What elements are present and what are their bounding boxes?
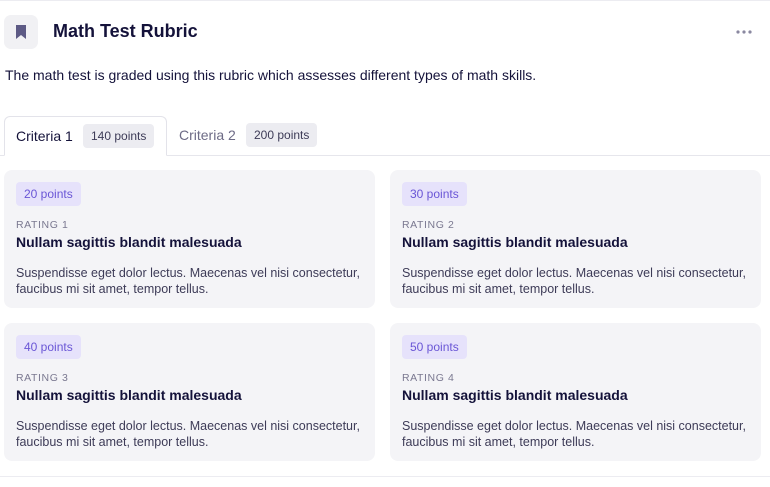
rubric-description: The math test is graded using this rubri…: [5, 67, 537, 83]
points-badge: 30 points: [402, 182, 467, 206]
rating-card-1: 20 points RATING 1 Nullam sagittis bland…: [4, 170, 375, 308]
rating-card-2: 30 points RATING 2 Nullam sagittis bland…: [390, 170, 761, 308]
tab-points-badge: 140 points: [83, 124, 155, 148]
rating-description: Suspendisse eget dolor lectus. Maecenas …: [402, 419, 746, 449]
bookmark-icon: [4, 15, 38, 49]
tab-points-badge: 200 points: [246, 123, 318, 147]
points-badge: 40 points: [16, 335, 81, 359]
rating-label: RATING 4: [402, 372, 455, 384]
tab-label: Criteria 2: [179, 127, 236, 143]
more-options-icon[interactable]: [734, 24, 754, 40]
rating-description: Suspendisse eget dolor lectus. Maecenas …: [16, 419, 360, 449]
rating-label: RATING 1: [16, 219, 69, 231]
points-badge: 50 points: [402, 335, 467, 359]
page-header: Math Test Rubric: [4, 15, 770, 49]
tab-criteria-1[interactable]: Criteria 1 140 points: [4, 116, 167, 156]
rating-title: Nullam sagittis blandit malesuada: [16, 234, 242, 250]
rating-title: Nullam sagittis blandit malesuada: [402, 234, 628, 250]
rating-card-4: 50 points RATING 4 Nullam sagittis bland…: [390, 323, 761, 461]
rating-label: RATING 2: [402, 219, 455, 231]
rating-title: Nullam sagittis blandit malesuada: [402, 387, 628, 403]
points-badge: 20 points: [16, 182, 81, 206]
rating-title: Nullam sagittis blandit malesuada: [16, 387, 242, 403]
rating-description: Suspendisse eget dolor lectus. Maecenas …: [16, 266, 360, 296]
rating-card-3: 40 points RATING 3 Nullam sagittis bland…: [4, 323, 375, 461]
rating-label: RATING 3: [16, 372, 69, 384]
page-title: Math Test Rubric: [53, 21, 198, 41]
tab-label: Criteria 1: [16, 128, 73, 144]
criteria-tabs: Criteria 1 140 points Criteria 2 200 poi…: [4, 116, 770, 156]
top-divider: [0, 0, 770, 1]
tab-criteria-2[interactable]: Criteria 2 200 points: [167, 116, 337, 156]
rating-description: Suspendisse eget dolor lectus. Maecenas …: [402, 266, 746, 296]
bottom-divider: [0, 476, 770, 477]
